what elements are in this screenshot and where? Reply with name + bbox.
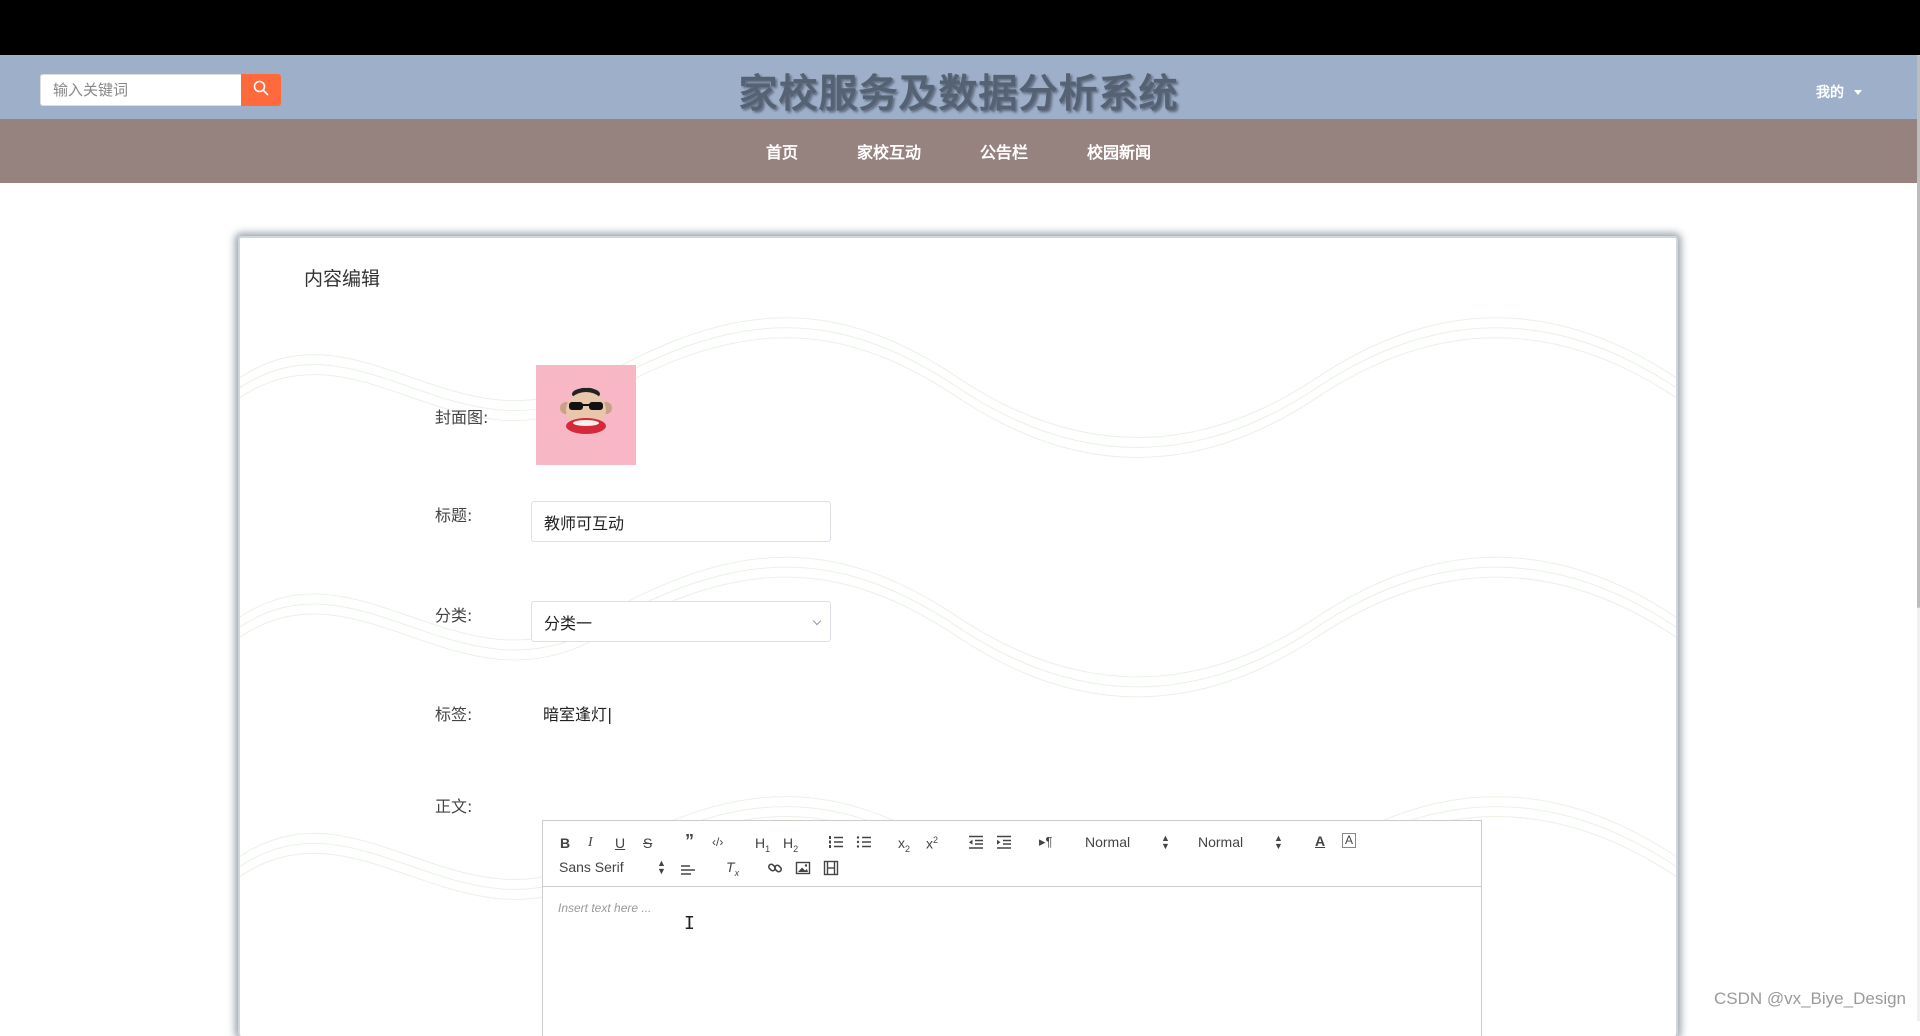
site-title: 家校服务及数据分析系统	[738, 71, 1179, 117]
subscript-button[interactable]: x2	[898, 835, 910, 857]
font-family-picker[interactable]: Sans Serif ▲ ▼	[559, 859, 666, 876]
font-family-value: Sans Serif	[559, 859, 624, 875]
indent-button[interactable]	[996, 834, 1012, 850]
indent-icon	[997, 835, 1011, 849]
bold-button[interactable]: B	[560, 835, 570, 851]
link-button[interactable]	[767, 860, 783, 876]
nav-item-home[interactable]: 首页	[766, 139, 798, 163]
caret-down-icon	[1854, 89, 1862, 95]
nav-item-bulletin-board[interactable]: 公告栏	[980, 139, 1028, 163]
text-cursor-icon: I	[684, 913, 695, 934]
monkey-avatar-image	[560, 387, 612, 434]
underline-button[interactable]: U	[615, 835, 625, 851]
bullet-list-button[interactable]	[856, 834, 872, 850]
font-size-value: Normal	[1198, 834, 1244, 850]
text-color-button[interactable]: A	[1315, 833, 1325, 849]
chevron-down-icon	[812, 616, 822, 626]
image-icon	[795, 861, 811, 875]
tags-input[interactable]: 暗室逢灯|	[543, 701, 612, 725]
background-color-button[interactable]: A	[1342, 833, 1357, 848]
cover-label: 封面图:	[435, 408, 489, 427]
rich-text-editor: B I U S ” ‹/› H1 H2 x2 x2 ▸¶ Normal ▲ ▼ …	[542, 820, 1482, 1036]
nav-item-home-school-interaction[interactable]: 家校互动	[857, 139, 921, 163]
header-size-picker[interactable]: Normal ▲ ▼	[1085, 833, 1175, 851]
title-input-value: 教师可互动	[544, 513, 625, 533]
updown-arrow-icon: ▲ ▼	[1161, 833, 1170, 851]
updown-arrow-icon: ▲ ▼	[657, 858, 666, 876]
category-select-value: 分类一	[544, 613, 593, 633]
browser-top-bar	[0, 0, 1920, 55]
ordered-list-icon	[829, 836, 843, 848]
content-edit-panel: 内容编辑 封面图: 标题: 教师可互动 分类: 分类一 标签: 暗室逢灯| 正文…	[238, 236, 1678, 1036]
watermark: CSDN @vx_Biye_Design	[1713, 989, 1906, 1008]
updown-arrow-icon: ▲ ▼	[1274, 833, 1283, 851]
strikethrough-button[interactable]: S	[643, 835, 652, 851]
ordered-list-button[interactable]	[828, 834, 844, 850]
video-button[interactable]	[823, 860, 839, 876]
blockquote-button[interactable]: ”	[685, 832, 694, 850]
video-icon	[823, 860, 839, 876]
body-label: 正文:	[435, 797, 473, 816]
text-direction-button[interactable]: ▸¶	[1039, 834, 1053, 850]
link-icon	[767, 863, 783, 873]
code-block-button[interactable]: ‹/›	[712, 834, 723, 850]
header-1-button[interactable]: H1	[755, 835, 770, 857]
title-label: 标题:	[435, 506, 473, 525]
outdent-icon	[969, 835, 983, 849]
font-size-picker[interactable]: Normal ▲ ▼	[1198, 833, 1288, 851]
user-menu-label: 我的	[1816, 85, 1844, 101]
nav-item-campus-news[interactable]: 校园新闻	[1087, 139, 1151, 163]
header-size-value: Normal	[1085, 834, 1131, 850]
superscript-button[interactable]: x2	[926, 832, 938, 852]
editor-placeholder: Insert text here ...	[558, 901, 652, 915]
image-button[interactable]	[795, 860, 811, 876]
align-button[interactable]	[680, 861, 696, 877]
main-nav: 首页 家校互动 公告栏 校园新闻	[0, 119, 1917, 183]
panel-title: 内容编辑	[304, 268, 381, 290]
user-menu[interactable]: 我的	[1816, 82, 1862, 102]
editor-toolbar: B I U S ” ‹/› H1 H2 x2 x2 ▸¶ Normal ▲ ▼ …	[543, 821, 1481, 887]
outdent-button[interactable]	[968, 834, 984, 850]
clear-format-button[interactable]: Tx	[726, 859, 739, 881]
category-label: 分类:	[435, 606, 473, 625]
title-input[interactable]: 教师可互动	[531, 501, 831, 542]
site-header: 家校服务及数据分析系统 我的	[0, 55, 1917, 119]
bullet-list-icon	[856, 836, 871, 848]
tags-label: 标签:	[435, 705, 473, 724]
tags-input-value: 暗室逢灯	[543, 705, 608, 724]
italic-button[interactable]: I	[588, 835, 593, 851]
align-left-icon	[681, 865, 695, 875]
header-2-button[interactable]: H2	[783, 835, 798, 857]
cover-image[interactable]	[536, 365, 636, 465]
category-select[interactable]: 分类一	[531, 601, 831, 642]
